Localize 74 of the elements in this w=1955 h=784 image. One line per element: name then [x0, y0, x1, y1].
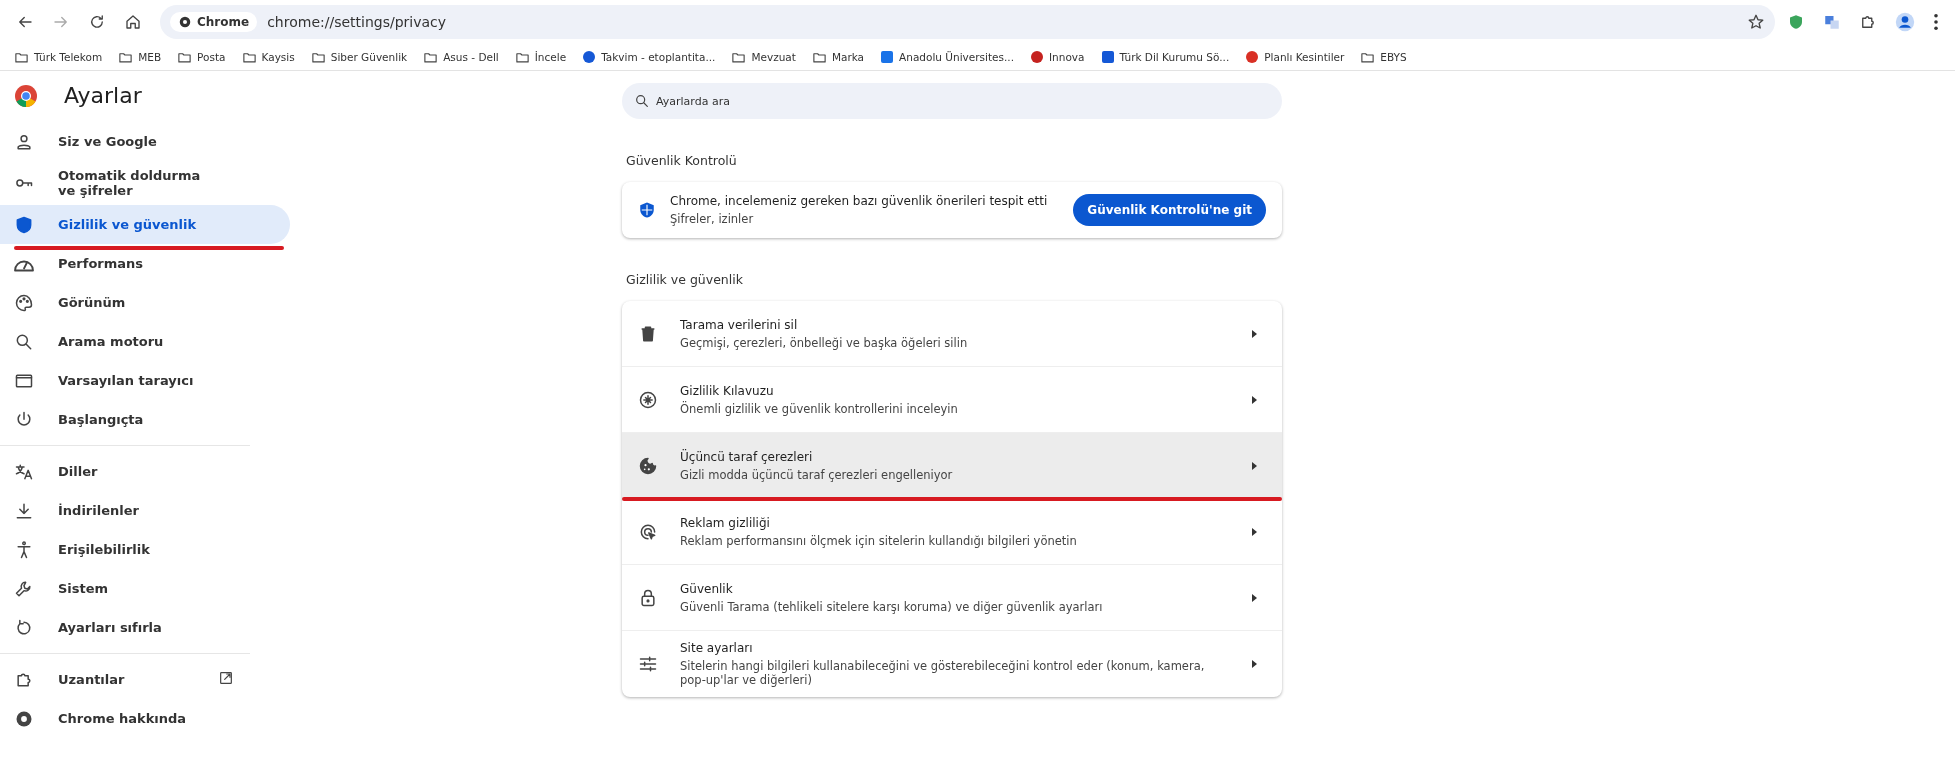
- bookmark[interactable]: Türk Telekom: [8, 47, 109, 67]
- home-icon: [124, 13, 142, 31]
- sidebar-item[interactable]: Görünüm: [0, 283, 290, 322]
- site-chip[interactable]: Chrome: [170, 12, 258, 32]
- bookmark[interactable]: Mevzuat: [725, 47, 802, 67]
- bookmark[interactable]: Anadolu Üniversites...: [874, 48, 1020, 66]
- bookmark[interactable]: İncele: [508, 47, 573, 67]
- card-title: Chrome, incelemeniz gereken bazı güvenlik önerileri tespit etti: [670, 194, 1049, 208]
- chrome-logo: [14, 83, 38, 108]
- shield-icon: [1787, 13, 1805, 31]
- avatar-icon: [1895, 12, 1915, 32]
- sliders-icon: [638, 654, 658, 674]
- chevron-icon: [1250, 328, 1258, 339]
- sidebar-item[interactable]: Arama motoru: [0, 322, 290, 361]
- sidebar-item[interactable]: Erişilebilirlik: [0, 530, 290, 569]
- card-subtitle: Şifreler, izinler: [670, 212, 755, 226]
- bookmark[interactable]: MEB: [112, 47, 168, 67]
- bookmark[interactable]: Türk Dil Kurumu Sö...: [1094, 48, 1236, 66]
- url-text: chrome://settings/privacy: [267, 14, 448, 30]
- settings-row[interactable]: Üçüncü taraf çerezleri Gizli modda üçüncü taraf çerezleri engelleniyor: [622, 432, 1282, 498]
- settings-title: Ayarlar: [64, 83, 142, 108]
- accessibility-icon: [14, 539, 34, 560]
- search-icon: [634, 93, 650, 109]
- settings-row[interactable]: Tarama verilerini sil Geçmişi, çerezleri, önbelleği ve başka öğeleri silin: [622, 301, 1282, 366]
- more-dots-icon: [1933, 13, 1939, 31]
- chevron-icon: [1250, 526, 1258, 537]
- safety-check-button[interactable]: Güvenlik Kontrolü'ne git: [1073, 194, 1266, 226]
- chevron-icon: [1250, 659, 1258, 669]
- sidebar-item[interactable]: Siz ve Google: [0, 122, 290, 161]
- sidebar-item[interactable]: Başlangıçta: [0, 400, 290, 439]
- chevron-icon: [1250, 460, 1258, 471]
- chevron-icon: [1250, 592, 1258, 603]
- sidebar-item[interactable]: Performans: [0, 244, 290, 283]
- section-heading: Güvenlik Kontrolü: [626, 153, 738, 168]
- bookmark[interactable]: EBYS: [1354, 47, 1413, 67]
- sidebar-item[interactable]: Ayarları sıfırla: [0, 608, 290, 647]
- compass-icon: [638, 389, 658, 410]
- lock-icon: [638, 587, 658, 608]
- settings-row[interactable]: Site ayarları Sitelerin hangi bilgileri kullanabileceğini ve gösterebileceğini kontrol eder (konum, kamera, pop-up'lar ve diğerleri): [622, 630, 1282, 697]
- search-field[interactable]: Ayarlarda ara: [622, 83, 1282, 119]
- site-favicon-icon: [582, 50, 597, 64]
- bookmark[interactable]: Innova: [1024, 48, 1091, 66]
- bookmark[interactable]: Posta: [171, 47, 232, 67]
- settings-row[interactable]: Reklam gizliliği Reklam performansını ölçmek için sitelerin kullandığı bilgileri yönetin: [622, 498, 1282, 564]
- sidebar-item[interactable]: Sistem: [0, 569, 290, 608]
- bookmark[interactable]: Marka: [805, 47, 871, 67]
- reload-icon: [88, 13, 106, 31]
- chevron-icon: [1250, 394, 1258, 405]
- settings-row[interactable]: Güvenlik Güvenli Tarama (tehlikeli sitelere karşı koruma) ve diğer güvenlik ayarları: [622, 564, 1282, 630]
- translate-icon: [1823, 13, 1841, 31]
- bookmark[interactable]: Kaysis: [235, 47, 301, 67]
- shield-icon: [638, 201, 656, 219]
- chrome-icon: [178, 15, 192, 29]
- site-favicon-icon: [1030, 50, 1044, 64]
- sidebar-item[interactable]: Varsayılan tarayıcı: [0, 361, 290, 400]
- sidebar-item[interactable]: Uzantılar: [0, 660, 290, 699]
- address-bar[interactable]: Chrome chrome://settings/privacy: [160, 5, 1775, 39]
- site-favicon-icon: [880, 50, 895, 64]
- site-favicon-icon: [1245, 50, 1260, 64]
- cookie-icon: [638, 455, 658, 476]
- palette-icon: [14, 292, 34, 313]
- bookmark[interactable]: Asus - Dell: [417, 47, 505, 67]
- bookmark[interactable]: Takvim - etoplantita...: [576, 48, 722, 66]
- shield-icon: [14, 214, 34, 235]
- sidebar-item[interactable]: Diller: [0, 452, 290, 491]
- section-heading: Gizlilik ve güvenlik: [626, 272, 744, 287]
- star-icon: [1747, 13, 1765, 31]
- site-favicon-icon: [1100, 50, 1115, 64]
- bookmark[interactable]: Planlı Kesintiler: [1239, 48, 1351, 66]
- sidebar-item[interactable]: Chrome hakkında: [0, 699, 290, 738]
- bookmark[interactable]: Siber Güvenlik: [304, 47, 414, 67]
- puzzle-icon: [1859, 13, 1877, 31]
- sidebar-item[interactable]: Otomatik doldurma ve şifreler: [0, 161, 290, 205]
- sidebar-item[interactable]: İndirilenler: [0, 491, 290, 530]
